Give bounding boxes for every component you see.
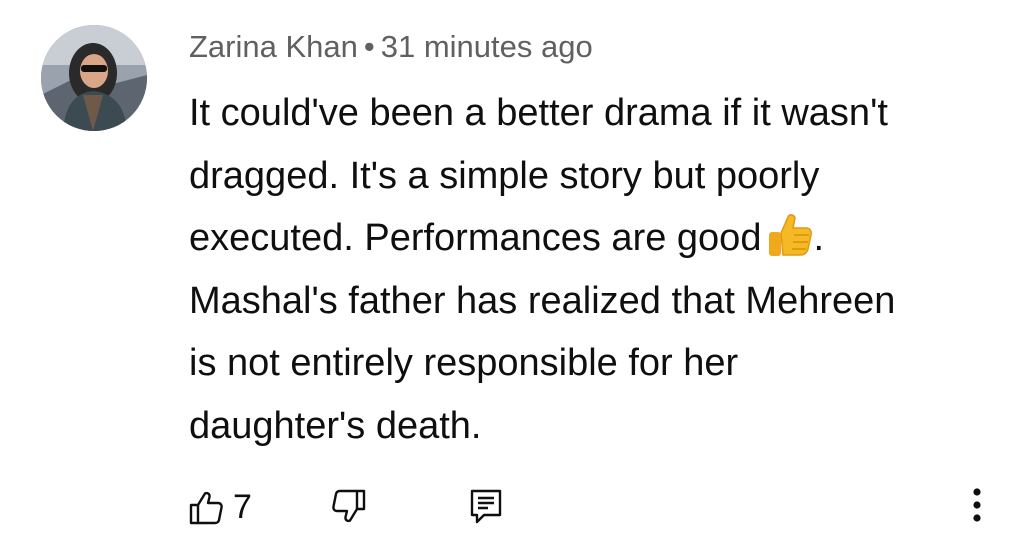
more-vert-icon (973, 488, 981, 522)
comment-header: Zarina Khan • 31 minutes ago (189, 29, 593, 65)
comment-line: daughter's death. (189, 404, 482, 447)
dislike-button[interactable] (332, 489, 366, 523)
comment-actions: 7 (0, 480, 1024, 530)
comment-line: dragged. It's a simple story but poorly (189, 154, 820, 197)
more-options-button[interactable] (962, 485, 992, 525)
comment-text: It could've been a better drama if it wa… (189, 82, 989, 457)
like-count: 7 (233, 488, 252, 526)
reply-button[interactable] (470, 489, 502, 525)
author-name[interactable]: Zarina Khan (189, 29, 358, 64)
comment-line-period: . (813, 217, 825, 259)
reply-icon (470, 489, 502, 524)
comment: Zarina Khan • 31 minutes ago It could've b… (0, 0, 1024, 539)
comment-line: is not entirely responsible for her (189, 342, 739, 384)
avatar[interactable] (41, 25, 147, 131)
comment-line: It could've been a better drama if it wa… (189, 92, 888, 134)
comment-line: executed. Performances are good . (189, 207, 989, 270)
thumbs-up-icon (189, 491, 223, 524)
like-button[interactable]: 7 (189, 488, 252, 527)
thumbs-up-emoji-icon (767, 213, 813, 257)
thumbs-down-icon (332, 489, 366, 523)
timestamp[interactable]: 31 minutes ago (381, 29, 593, 64)
meta-separator: • (363, 29, 375, 64)
comment-line-text: executed. Performances are good (189, 217, 762, 259)
comment-line: Mashal's father has realized that Mehree… (189, 279, 896, 322)
avatar-image (41, 25, 147, 131)
